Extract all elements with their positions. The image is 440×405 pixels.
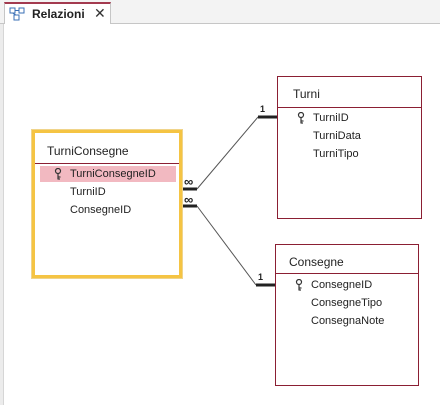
table-title: Turni — [293, 87, 320, 101]
field-label: TurniID — [313, 112, 349, 124]
field-consegneid[interactable]: ConsegneID — [40, 202, 131, 218]
table-divider — [278, 107, 421, 108]
canvas-left-edge — [0, 24, 4, 405]
field-consegnetipo[interactable]: ConsegneTipo — [281, 295, 382, 311]
relationships-icon — [9, 7, 25, 21]
field-label: ConsegneID — [311, 279, 373, 291]
field-label: ConsegneID — [70, 204, 132, 216]
document-tab-bar: Relazioni ✕ — [0, 0, 440, 25]
tab-label: Relazioni — [32, 7, 85, 21]
field-turnitipo[interactable]: TurniTipo — [283, 146, 359, 162]
field-label: ConsegnaNote — [311, 315, 385, 327]
table-divider — [35, 163, 179, 164]
tab-relazioni[interactable]: Relazioni ✕ — [4, 2, 111, 25]
field-label: TurniData — [313, 130, 361, 142]
field-label: TurniConsegneID — [70, 168, 156, 180]
primary-key-icon — [297, 112, 305, 124]
table-divider — [276, 273, 418, 274]
field-turnidata[interactable]: TurniData — [283, 128, 361, 144]
table-consegne[interactable]: Consegne ConsegneID ConsegneTipo Consegn… — [275, 244, 419, 386]
primary-key-icon — [54, 168, 62, 180]
primary-key-icon — [295, 279, 303, 291]
table-title: TurniConsegne — [47, 144, 129, 158]
field-turniconsegneid[interactable]: TurniConsegneID — [40, 166, 176, 182]
field-consegnanote[interactable]: ConsegnaNote — [281, 313, 384, 329]
table-title: Consegne — [289, 255, 344, 269]
field-consegneid[interactable]: ConsegneID — [281, 277, 372, 293]
table-turniconsegne[interactable]: TurniConsegne TurniConsegneID TurniID Co… — [31, 129, 183, 279]
close-icon[interactable]: ✕ — [94, 5, 106, 21]
field-turniid[interactable]: TurniID — [283, 110, 349, 126]
field-label: TurniTipo — [313, 148, 359, 160]
table-turni[interactable]: Turni TurniID TurniData TurniTipo — [277, 76, 422, 219]
field-label: TurniID — [70, 186, 106, 198]
field-label: ConsegneTipo — [311, 297, 383, 309]
field-turniid[interactable]: TurniID — [40, 184, 106, 200]
